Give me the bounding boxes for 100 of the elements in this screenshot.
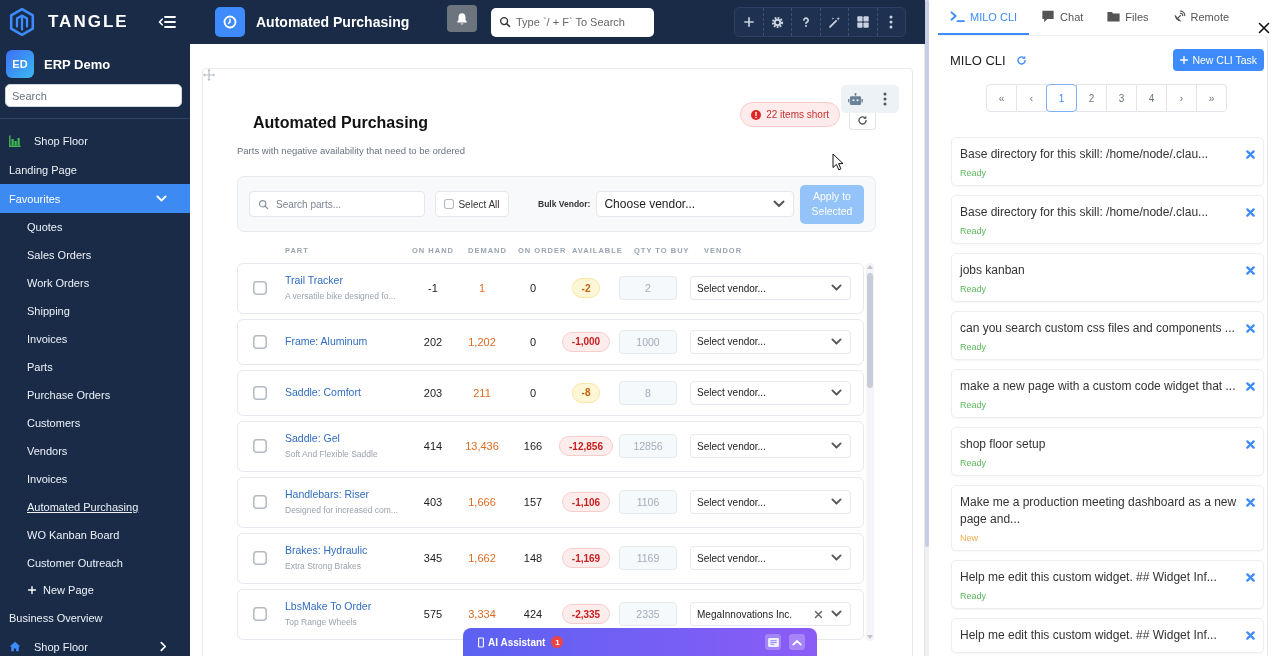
chevron-up-icon (792, 638, 802, 646)
delete-task-button[interactable] (1246, 266, 1255, 275)
messages-button[interactable] (765, 634, 781, 650)
expand-button[interactable] (789, 634, 805, 650)
qty-input[interactable]: 1169 (619, 546, 677, 570)
vendor-select[interactable]: Select vendor... (690, 276, 851, 300)
page-button[interactable]: 4 (1136, 84, 1167, 112)
vendor-select[interactable]: Select vendor... (690, 434, 851, 458)
notifications-button[interactable] (447, 5, 477, 32)
search-field[interactable]: Type `/ + F` To Search (491, 7, 654, 37)
sidebar-link[interactable]: Quotes (0, 213, 190, 241)
sidebar-link[interactable]: Automated Purchasing (0, 493, 190, 521)
page-button[interactable]: ‹ (1016, 84, 1047, 112)
close-button[interactable] (1258, 22, 1270, 34)
collapse-sidebar-button[interactable] (158, 15, 176, 29)
delete-task-button[interactable] (1246, 573, 1255, 582)
delete-task-button[interactable] (1246, 498, 1255, 507)
qty-input[interactable]: 12856 (619, 434, 677, 458)
vendor-select[interactable]: Select vendor... (690, 380, 851, 405)
on-hand-value: -1 (428, 282, 438, 294)
panel-tab[interactable]: Remote (1160, 0, 1242, 35)
sidebar-link[interactable]: WO Kanban Board (0, 521, 190, 549)
sidebar-link[interactable]: Parts (0, 353, 190, 381)
sidebar-link[interactable]: Sales Orders (0, 241, 190, 269)
ai-assistant-bar[interactable]: AI Assistant 1 (463, 628, 817, 656)
row-checkbox[interactable] (253, 334, 267, 349)
page-button[interactable]: « (986, 84, 1017, 112)
vendor-select[interactable]: Select vendor... (690, 546, 851, 570)
task-card[interactable]: Base directory for this skill: /home/node/.clau... Ready (951, 137, 1264, 186)
part-search-input[interactable]: Search parts... (276, 198, 416, 210)
part-link[interactable]: Brakes: Hydraulic (285, 543, 368, 558)
delete-task-button[interactable] (1246, 631, 1255, 640)
row-checkbox[interactable] (253, 439, 267, 453)
sidebar-link[interactable]: Purchase Orders (0, 381, 190, 409)
vendor-select[interactable]: MegaInnovations Inc. (690, 602, 851, 626)
part-link[interactable]: Trail Tracker (285, 273, 343, 288)
search-field[interactable]: Search (5, 84, 182, 107)
part-link[interactable]: Frame: Aluminum (285, 334, 368, 349)
task-card[interactable]: make a new page with a custom code widget that ... Ready (951, 369, 1264, 418)
qty-input[interactable]: 2335 (619, 602, 677, 626)
part-link[interactable]: Handlebars: Riser (285, 487, 370, 502)
sidebar-link[interactable]: Customers (0, 409, 190, 437)
delete-task-button[interactable] (1246, 440, 1255, 449)
row-checkbox[interactable] (253, 551, 267, 565)
vendor-select[interactable]: Select vendor... (690, 329, 851, 354)
select-all-button[interactable]: Select All (435, 191, 509, 217)
task-card[interactable]: jobs kanban Ready (951, 253, 1264, 302)
row-checkbox[interactable] (253, 495, 267, 509)
sidebar-link[interactable]: Shipping (0, 297, 190, 325)
task-card[interactable]: Make me a production meeting dashboard as a new page and... New (951, 485, 1264, 551)
qty-input[interactable]: 1000 (619, 329, 677, 354)
part-link[interactable]: Saddle: Comfort (285, 385, 361, 400)
panel-tab[interactable]: Files (1095, 0, 1161, 35)
delete-task-button[interactable] (1246, 150, 1255, 159)
task-card[interactable]: Help me edit this custom widget. ## Widget Inf... Ready (951, 560, 1264, 609)
on-hand-value: 414 (423, 440, 443, 452)
page-button[interactable]: › (1166, 84, 1197, 112)
delete-task-button[interactable] (1246, 324, 1255, 333)
part-link[interactable]: Saddle: Gel (285, 431, 340, 446)
panel-tab[interactable]: Chat (1029, 0, 1096, 35)
page-button[interactable]: » (1196, 84, 1227, 112)
bulk-vendor-label: Bulk Vendor: (538, 199, 591, 209)
refresh-button[interactable] (1015, 54, 1027, 66)
shortage-count: 22 items short (766, 109, 829, 120)
sidebar-link[interactable]: Customer Outreach (0, 549, 190, 577)
scrollbar[interactable] (866, 263, 874, 641)
delete-task-button[interactable] (1246, 208, 1255, 217)
sidebar-item[interactable]: Landing Page (0, 155, 190, 184)
qty-input[interactable]: 1106 (619, 490, 677, 514)
vendor-select[interactable]: Select vendor... (690, 490, 851, 514)
x-icon (1246, 440, 1255, 449)
row-checkbox[interactable] (253, 281, 267, 295)
qty-input[interactable]: 8 (619, 380, 677, 405)
sidebar-link[interactable]: Invoices (0, 465, 190, 493)
qty-input[interactable]: 2 (619, 276, 677, 300)
bar-chart-icon (9, 134, 21, 147)
row-checkbox[interactable] (253, 607, 267, 621)
row-checkbox[interactable] (253, 385, 267, 400)
bulk-vendor-select[interactable]: Choose vendor... (596, 191, 794, 217)
scrollbar[interactable] (925, 0, 929, 656)
sidebar-link[interactable]: Invoices (0, 325, 190, 353)
page-button[interactable]: 3 (1106, 84, 1137, 112)
search-icon (499, 16, 511, 28)
chevron-down-icon (831, 337, 842, 346)
panel-tab[interactable]: MILO CLI (938, 0, 1030, 35)
new-page-link[interactable]: New Page (0, 577, 190, 603)
availability-badge: -12,856 (559, 436, 613, 456)
task-card[interactable]: Base directory for this skill: /home/node/.clau... Ready (951, 195, 1264, 244)
sidebar-item[interactable]: Shop Floor (0, 126, 190, 155)
delete-task-button[interactable] (1246, 382, 1255, 391)
sidebar-link[interactable]: Work Orders (0, 269, 190, 297)
search-input[interactable]: Type `/ + F` To Search (516, 16, 644, 28)
task-card[interactable]: shop floor setup Ready (951, 427, 1264, 476)
sidebar-link[interactable]: Vendors (0, 437, 190, 465)
task-card[interactable]: Help me edit this custom widget. ## Widget Inf... (951, 618, 1264, 653)
part-link[interactable]: LbsMake To Order (285, 599, 372, 614)
sidebar-group[interactable]: Shop Floor (0, 632, 190, 656)
task-card[interactable]: can you search custom css files and components ... Ready (951, 311, 1264, 360)
part-search-field[interactable]: Search parts... (249, 191, 425, 217)
sidebar-item[interactable]: Business Overview (0, 603, 190, 632)
